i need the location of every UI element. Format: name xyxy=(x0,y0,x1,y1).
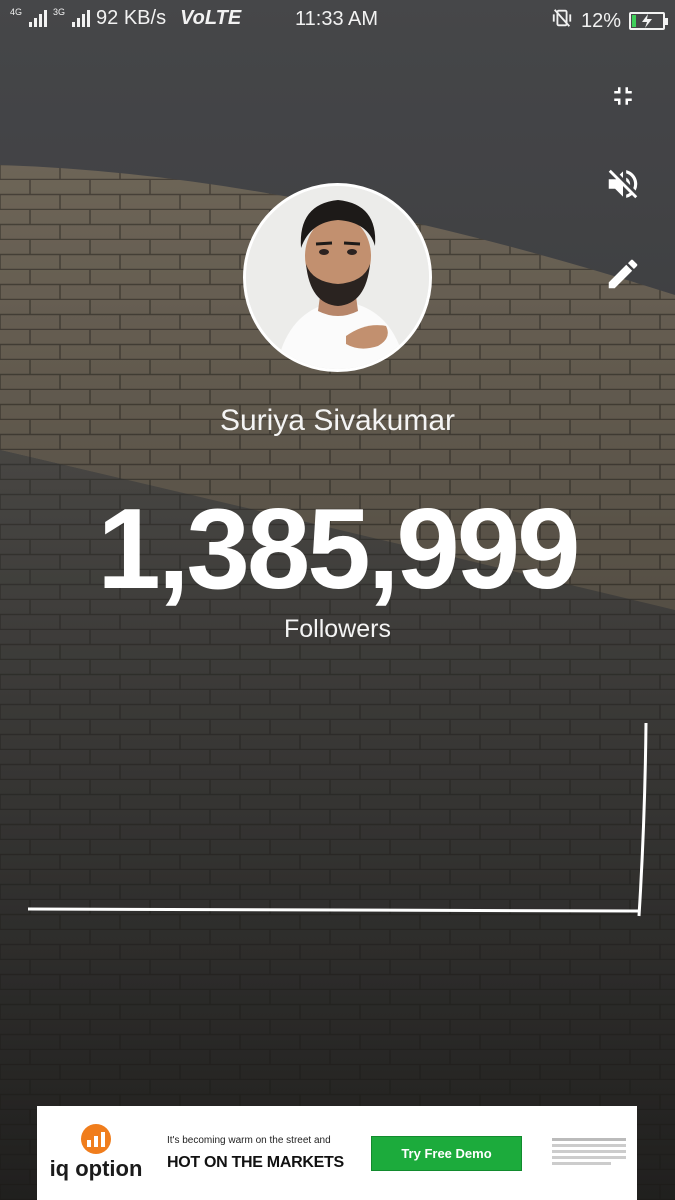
ad-brand: iq option xyxy=(49,1156,143,1181)
followers-count: 1,385,999 xyxy=(97,486,580,613)
pencil-icon xyxy=(608,259,638,289)
signal-icon xyxy=(29,9,48,27)
battery-percent: 12% xyxy=(580,9,621,32)
status-bar: 4G 3G 92 KB/s VoLTE 11:33 AM 12% xyxy=(0,0,675,36)
profile-avatar xyxy=(243,183,432,372)
ad-headline: HOT ON THE MARKETS xyxy=(167,1153,344,1171)
iq-option-logo-icon xyxy=(81,1124,111,1154)
ad-cta-button[interactable]: Try Free Demo xyxy=(371,1135,522,1171)
clock: 11:33 AM xyxy=(295,8,379,30)
edit-button[interactable] xyxy=(603,254,643,294)
battery-icon xyxy=(629,12,668,30)
status-right: 12% xyxy=(551,7,668,35)
ad-tagline: It's becoming warm on the street and xyxy=(167,1134,331,1146)
fullscreen-exit-icon xyxy=(614,87,632,105)
drawn-horizontal-line xyxy=(27,907,640,913)
network-3g-label: 3G xyxy=(53,6,66,17)
status-left: 4G 3G 92 KB/s VoLTE xyxy=(10,7,270,30)
drawn-vertical-line xyxy=(637,722,648,917)
volume-off-icon xyxy=(608,169,638,199)
mute-button[interactable] xyxy=(603,164,643,204)
network-speed: 92 KB/s xyxy=(96,6,167,29)
signal-icon xyxy=(72,9,91,27)
ad-copy: It's becoming warm on the street and HOT… xyxy=(167,1135,357,1172)
profile-name: Suriya Sivakumar xyxy=(219,404,456,437)
network-4g-label: 4G xyxy=(10,6,23,17)
fullscreen-exit-button[interactable] xyxy=(603,76,643,116)
ad-logo: iq option xyxy=(37,1124,155,1182)
profile-photo xyxy=(246,186,429,369)
followers-label: Followers xyxy=(284,615,391,643)
vibrate-off-icon xyxy=(551,7,573,35)
ad-banner[interactable]: iq option It's becoming warm on the stre… xyxy=(37,1106,637,1200)
drawn-lines xyxy=(27,722,648,917)
volte-label: VoLTE xyxy=(180,6,242,29)
ad-fine-print xyxy=(552,1138,626,1168)
